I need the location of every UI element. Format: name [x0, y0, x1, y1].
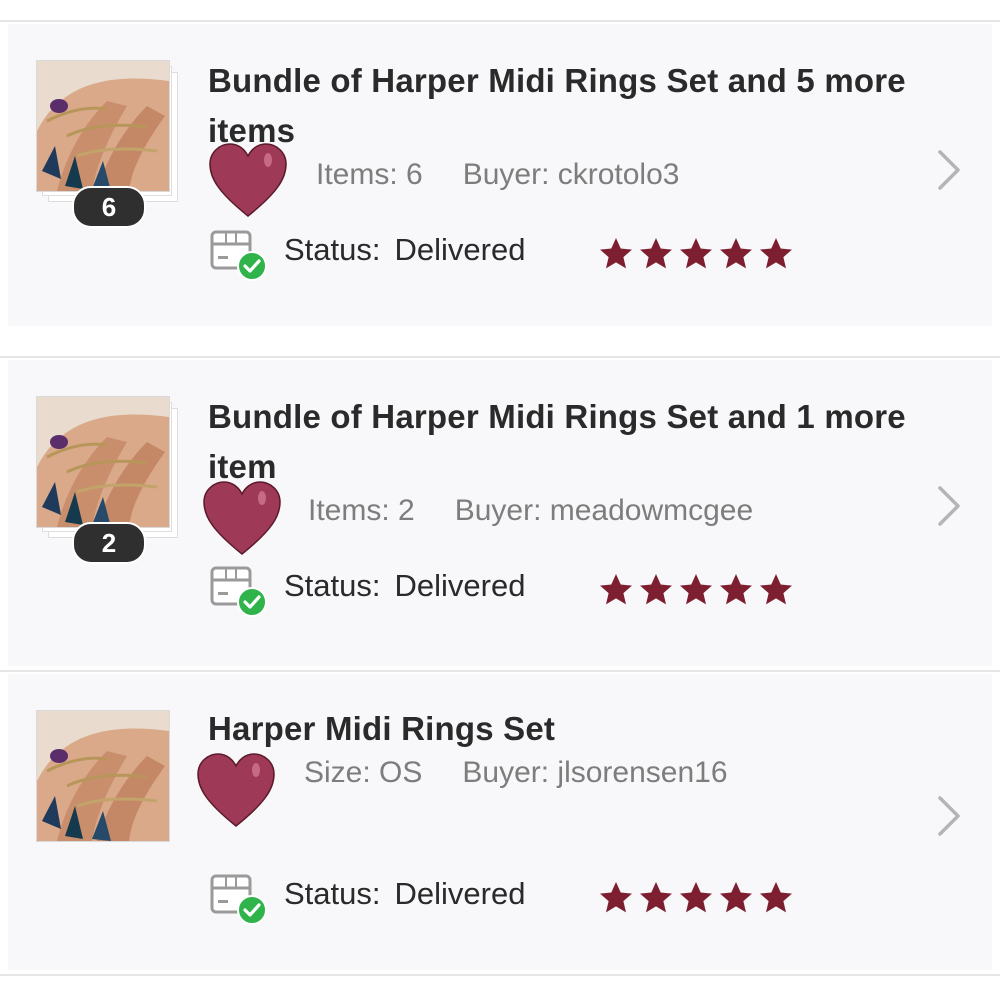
heart-icon[interactable]: [196, 752, 276, 832]
product-thumbnail-stack: 6: [36, 60, 178, 228]
chevron-right-icon[interactable]: [934, 148, 964, 192]
item-count-badge: 2: [72, 522, 146, 564]
star-icon: [596, 878, 636, 918]
rating-stars: [596, 878, 796, 918]
product-thumbnail: [36, 710, 176, 850]
divider-2: [0, 670, 1000, 672]
order-title: Bundle of Harper Midi Rings Set and 5 mo…: [208, 62, 906, 149]
chevron-right-icon[interactable]: [934, 794, 964, 838]
buyer-label: Buyer: jlsorensen16: [462, 756, 728, 789]
items-count-label: Items: 6: [316, 158, 423, 191]
item-count-badge: 6: [72, 186, 146, 228]
buyer-label: Buyer: meadowmcgee: [454, 494, 754, 527]
star-icon: [636, 234, 676, 274]
items-count-label: Items: 2: [308, 494, 415, 527]
buyer-label: Buyer: ckrotolo3: [462, 158, 680, 191]
order-card-3[interactable]: Harper Midi Rings Set Size: OS Buyer: jls…: [8, 674, 992, 970]
star-icon: [756, 570, 796, 610]
star-icon: [756, 878, 796, 918]
star-icon: [676, 234, 716, 274]
product-thumbnail-stack: 2: [36, 396, 178, 564]
star-icon: [676, 570, 716, 610]
order-meta: Size: OS Buyer: jlsorensen16: [304, 756, 728, 790]
rating-stars: [596, 570, 796, 610]
star-icon: [636, 570, 676, 610]
divider-1: [0, 356, 1000, 358]
status-label: Status:: [284, 568, 381, 603]
status-value: Delivered: [394, 876, 526, 911]
heart-icon[interactable]: [208, 142, 288, 222]
star-icon: [636, 878, 676, 918]
star-icon: [716, 570, 756, 610]
bottom-divider: [0, 974, 1000, 976]
order-card-1[interactable]: 6 Bundle of Harper Midi Rings Set and 5 …: [8, 24, 992, 326]
heart-icon[interactable]: [202, 480, 282, 560]
top-divider: [0, 20, 1000, 22]
star-icon: [596, 234, 636, 274]
package-delivered-icon: [208, 226, 270, 282]
star-icon: [716, 234, 756, 274]
star-icon: [716, 878, 756, 918]
chevron-right-icon[interactable]: [934, 484, 964, 528]
status-value: Delivered: [394, 232, 526, 267]
package-delivered-icon: [208, 562, 270, 618]
order-title: Bundle of Harper Midi Rings Set and 1 mo…: [208, 398, 906, 485]
rating-stars: [596, 234, 796, 274]
status-label: Status:: [284, 876, 381, 911]
status-row: Status: Delivered: [208, 562, 808, 618]
product-image: [36, 396, 170, 528]
order-meta: Items: 2 Buyer: meadowmcgee: [308, 494, 753, 528]
size-label: Size: OS: [304, 756, 423, 789]
order-meta: Items: 6 Buyer: ckrotolo3: [316, 158, 679, 192]
product-image: [36, 710, 170, 842]
product-image: [36, 60, 170, 192]
star-icon: [756, 234, 796, 274]
order-card-2[interactable]: 2 Bundle of Harper Midi Rings Set and 1 …: [8, 360, 992, 666]
status-label: Status:: [284, 232, 381, 267]
star-icon: [676, 878, 716, 918]
status-row: Status: Delivered: [208, 226, 808, 282]
star-icon: [596, 570, 636, 610]
order-title: Harper Midi Rings Set: [208, 710, 556, 747]
status-value: Delivered: [394, 568, 526, 603]
status-row: Status: Delivered: [208, 870, 808, 926]
package-delivered-icon: [208, 870, 270, 926]
